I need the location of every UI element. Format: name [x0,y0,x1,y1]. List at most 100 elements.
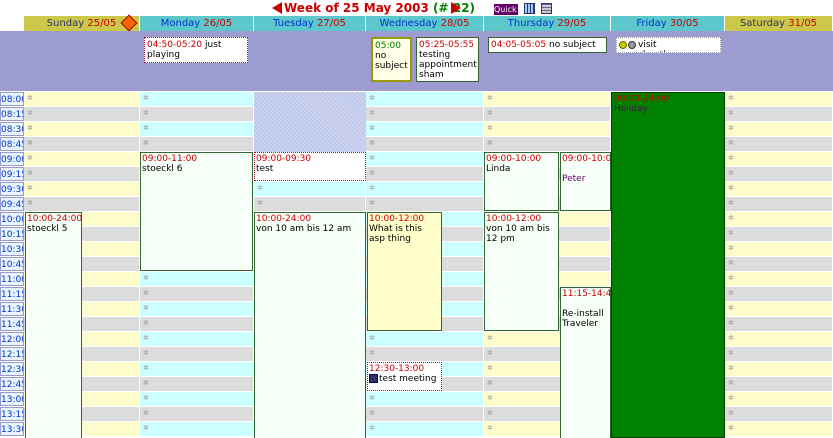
time-slot[interactable]: ✲ [366,152,483,167]
time-slot[interactable]: ✲ [140,377,253,392]
add-slot-icon[interactable]: ✲ [487,350,495,357]
add-slot-icon[interactable]: ✲ [143,290,151,297]
add-slot-icon[interactable]: ✲ [487,425,495,432]
add-slot-icon[interactable]: ✲ [143,380,151,387]
time-slot[interactable]: ✲ [366,122,483,137]
add-slot-icon[interactable]: ✲ [143,395,151,402]
add-slot-icon[interactable]: ✲ [27,140,35,147]
event-tuesday-von10[interactable]: 10:00-24:00 von 10 am bis 12 am [254,212,366,438]
add-slot-icon[interactable]: ✲ [728,155,736,162]
add-slot-icon[interactable]: ✲ [143,95,151,102]
allday-event-wednesday-2[interactable]: 05:25-05:55 testing appointment sham [416,37,479,82]
add-slot-icon[interactable]: ✲ [369,200,377,207]
time-slot[interactable]: ✲ [254,197,365,212]
day-header-saturday[interactable]: Saturday 31/05 [725,16,833,31]
quick-add-button[interactable]: Quick Add [494,4,535,15]
time-slot[interactable]: ✲ [725,167,832,182]
add-slot-icon[interactable]: ✲ [143,275,151,282]
time-slot[interactable]: ✲ [140,272,253,287]
add-slot-icon[interactable]: ✲ [728,170,736,177]
time-slot[interactable]: ✲ [366,137,483,152]
time-slot[interactable]: ✲ [725,407,832,422]
add-slot-icon[interactable]: ✲ [728,95,736,102]
time-slot[interactable]: ✲ [140,332,253,347]
time-slot[interactable]: ✲ [140,302,253,317]
time-slot[interactable]: ✲ [24,137,139,152]
add-slot-icon[interactable]: ✲ [369,335,377,342]
add-slot-icon[interactable]: ✲ [728,425,736,432]
time-slot[interactable]: ✲ [725,137,832,152]
event-tuesday-test[interactable]: 09:00-09:30 test [254,152,366,181]
add-slot-icon[interactable]: ✲ [728,395,736,402]
event-sunday-stoeckl[interactable]: 10:00-24:00 stoeckl 5 [25,212,82,438]
event-thursday-peter[interactable]: 09:00-10:00 Peter [560,152,611,211]
add-slot-icon[interactable]: ✲ [27,110,35,117]
time-slot[interactable]: ✲ [140,137,253,152]
add-slot-icon[interactable]: ✲ [369,140,377,147]
add-slot-icon[interactable]: ✲ [257,185,265,192]
day-header-thursday[interactable]: Thursday 29/05 [484,16,611,31]
month-view-icon[interactable] [541,3,552,14]
time-slot[interactable]: ✲ [24,152,139,167]
time-slot[interactable]: ✲ [366,167,483,182]
time-slot[interactable]: ✲ [725,197,832,212]
add-slot-icon[interactable]: ✲ [487,410,495,417]
add-slot-icon[interactable]: ✲ [143,125,151,132]
week-view-icon[interactable] [524,3,535,14]
time-slot[interactable]: ✲ [366,407,483,422]
time-slot[interactable]: ✲ [140,287,253,302]
time-slot[interactable]: ✲ [484,107,610,122]
add-slot-icon[interactable]: ✲ [728,290,736,297]
time-slot[interactable]: ✲ [725,92,832,107]
allday-event-friday[interactable]: visit grandmother [616,37,721,53]
add-slot-icon[interactable]: ✲ [369,350,377,357]
time-slot[interactable]: ✲ [24,197,139,212]
add-slot-icon[interactable]: ✲ [369,155,377,162]
add-slot-icon[interactable]: ✲ [143,320,151,327]
time-slot[interactable]: ✲ [366,422,483,437]
add-slot-icon[interactable]: ✲ [143,350,151,357]
time-slot[interactable]: ✲ [366,347,483,362]
time-slot[interactable]: ✲ [725,287,832,302]
add-slot-icon[interactable]: ✲ [728,185,736,192]
time-slot[interactable]: ✲ [140,392,253,407]
add-slot-icon[interactable]: ✲ [143,305,151,312]
time-slot[interactable]: ✲ [725,122,832,137]
add-slot-icon[interactable]: ✲ [728,125,736,132]
add-slot-icon[interactable]: ✲ [27,185,35,192]
add-slot-icon[interactable]: ✲ [728,410,736,417]
day-header-wednesday[interactable]: Wednesday 28/05 [366,16,484,31]
time-slot[interactable]: ✲ [366,182,483,197]
add-slot-icon[interactable]: ✲ [487,380,495,387]
time-slot[interactable]: ✲ [484,92,610,107]
time-slot[interactable]: ✲ [254,182,365,197]
time-slot[interactable]: ✲ [140,92,253,107]
add-slot-icon[interactable]: ✲ [27,95,35,102]
time-slot[interactable]: ✲ [725,377,832,392]
add-slot-icon[interactable]: ✲ [143,140,151,147]
add-slot-icon[interactable]: ✲ [143,410,151,417]
add-slot-icon[interactable]: ✲ [257,200,265,207]
add-slot-icon[interactable]: ✲ [728,260,736,267]
time-slot[interactable]: ✲ [725,347,832,362]
add-slot-icon[interactable]: ✲ [369,110,377,117]
time-slot[interactable]: ✲ [484,122,610,137]
event-friday-holiday[interactable]: 00:00-24:00 Holiday [611,92,725,438]
time-slot[interactable]: ✲ [725,362,832,377]
add-slot-icon[interactable]: ✲ [143,110,151,117]
add-slot-icon[interactable]: ✲ [369,95,377,102]
prev-week-arrow-icon[interactable] [272,2,282,14]
time-slot[interactable]: ✲ [725,152,832,167]
time-slot[interactable]: ✲ [725,392,832,407]
add-slot-icon[interactable]: ✲ [487,365,495,372]
add-slot-icon[interactable]: ✲ [143,365,151,372]
time-slot[interactable]: ✲ [140,407,253,422]
time-slot[interactable]: ✲ [140,107,253,122]
time-slot[interactable]: ✲ [24,92,139,107]
add-slot-icon[interactable]: ✲ [27,155,35,162]
add-slot-icon[interactable]: ✲ [487,125,495,132]
add-slot-icon[interactable]: ✲ [728,275,736,282]
time-slot[interactable]: ✲ [725,242,832,257]
event-thursday-reinstall[interactable]: 11:15-14:45 Re-install Traveler [560,287,611,438]
time-slot[interactable]: ✲ [725,182,832,197]
